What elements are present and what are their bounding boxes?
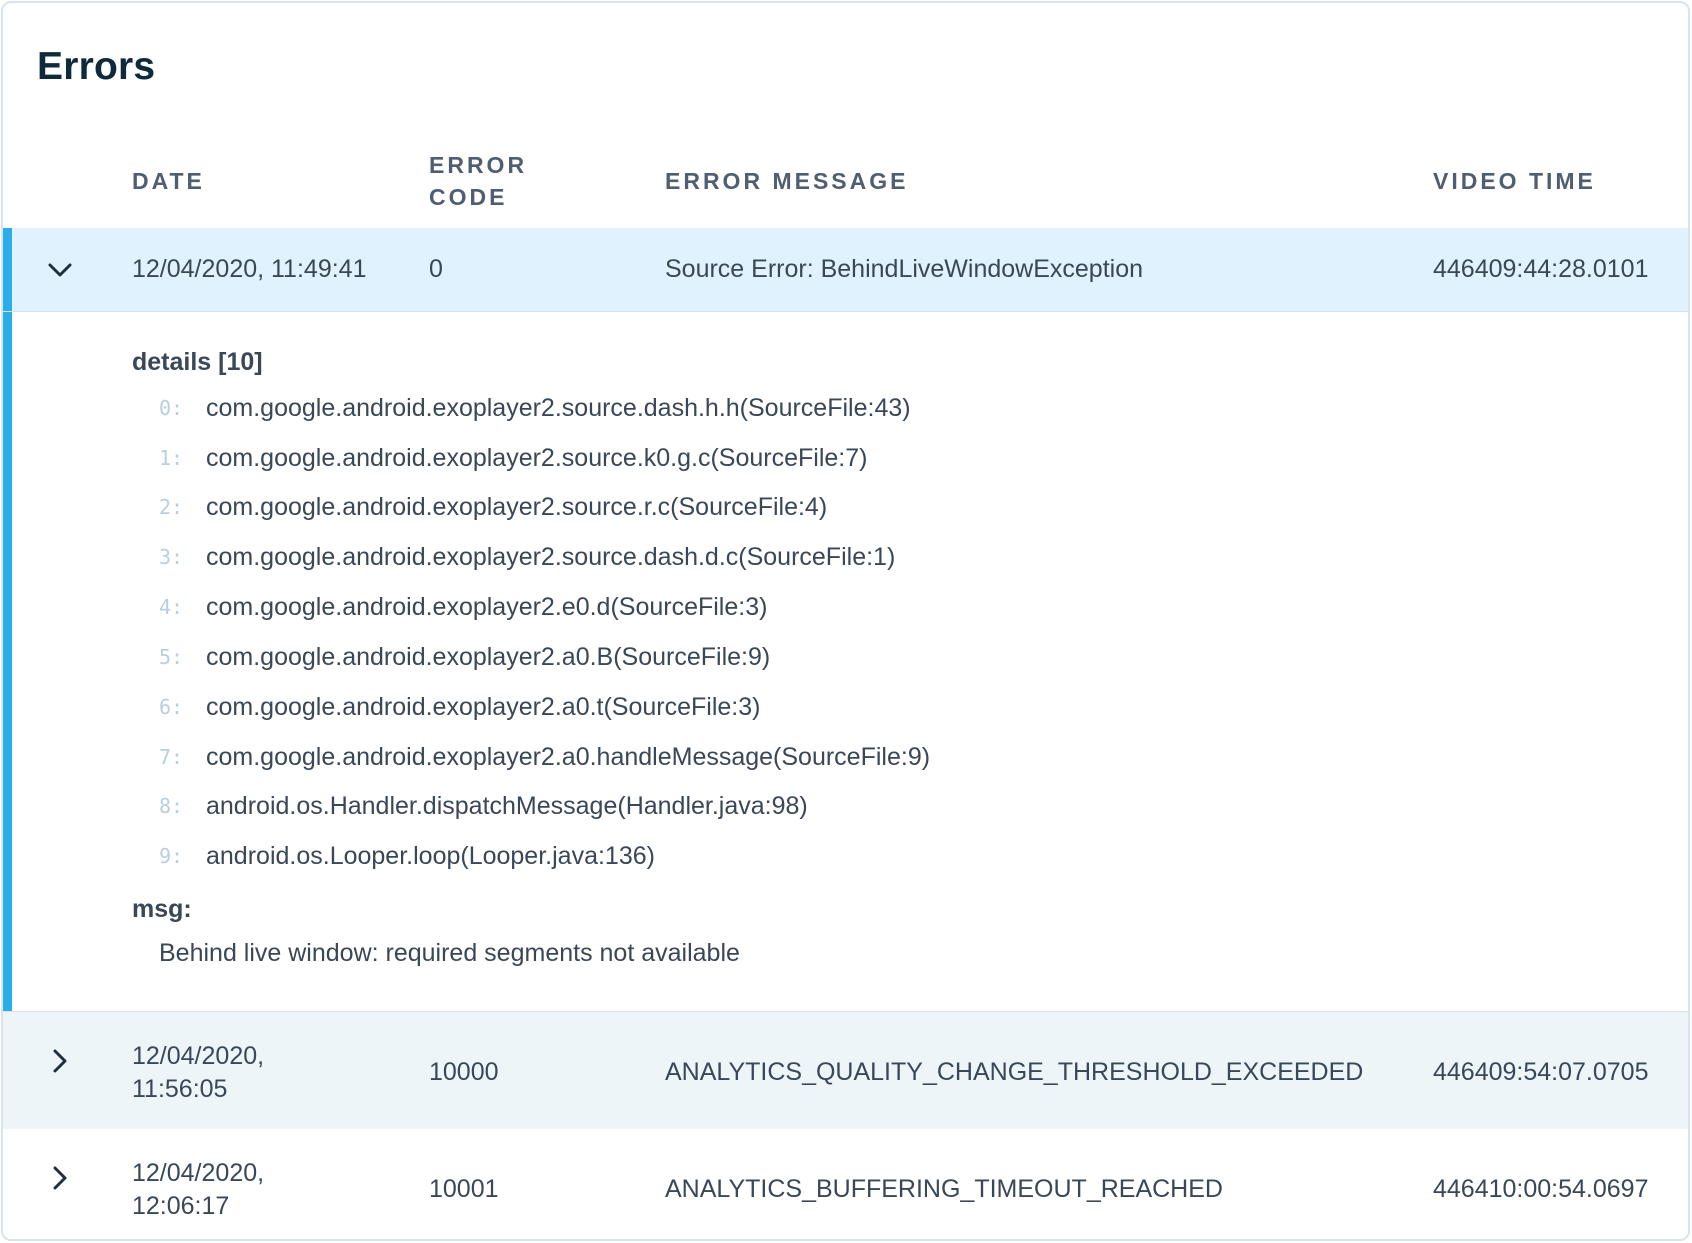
column-header-error-message[interactable]: ERROR MESSAGE [665,165,908,197]
detail-index: 9: [159,844,184,868]
msg-text: Behind live window: required segments no… [159,939,740,967]
detail-text: com.google.android.exoplayer2.source.das… [206,543,896,571]
row-error-message: Source Error: BehindLiveWindowException [665,255,1144,283]
row-video-time: 446410:00:54.0697 [1433,1175,1649,1203]
row-date-line2: 11:56:05 [132,1075,228,1103]
errors-panel: Errors DATE ERROR CODE ERROR MESSAGE VID… [1,1,1690,1241]
row-error-message: ANALYTICS_QUALITY_CHANGE_THRESHOLD_EXCEE… [665,1058,1364,1086]
msg-label: msg: [132,895,192,923]
detail-index: 3: [159,545,184,569]
row-error-code: 0 [429,255,443,283]
row-date: 12/04/2020, 11:56:05 [132,1040,264,1106]
row-video-time: 446409:44:28.0101 [1433,255,1649,283]
detail-index: 8: [159,794,184,818]
chevron-right-icon[interactable] [43,1161,77,1195]
detail-text: android.os.Handler.dispatchMessage(Handl… [206,792,808,820]
row-date-line1: 12/04/2020, [132,1042,265,1070]
row-error-code: 10001 [429,1175,499,1203]
column-header-date[interactable]: DATE [132,165,205,197]
table-header: DATE ERROR CODE ERROR MESSAGE VIDEO TIME [3,133,1688,229]
row-date-line1: 12/04/2020, [132,1159,265,1187]
table-row[interactable]: 12/04/2020, 11:56:05 10000 ANALYTICS_QUA… [3,1012,1688,1129]
detail-index: 0: [159,396,184,420]
detail-text: com.google.android.exoplayer2.a0.t(Sourc… [206,693,761,721]
detail-index: 5: [159,645,184,669]
detail-index: 1: [159,446,184,470]
detail-text: com.google.android.exoplayer2.a0.handleM… [206,743,931,771]
table-row[interactable]: 12/04/2020, 11:49:41 0 Source Error: Beh… [3,228,1688,312]
detail-index: 4: [159,595,184,619]
detail-index: 2: [159,495,184,519]
row-error-message: ANALYTICS_BUFFERING_TIMEOUT_REACHED [665,1175,1223,1203]
row-date: 12/04/2020, 12:06:17 [132,1157,264,1223]
chevron-right-icon[interactable] [43,1044,77,1078]
column-header-error-code[interactable]: ERROR CODE [429,149,569,213]
detail-index: 6: [159,695,184,719]
detail-text: android.os.Looper.loop(Looper.java:136) [206,842,655,870]
detail-text: com.google.android.exoplayer2.source.k0.… [206,444,868,472]
row-error-code: 10000 [429,1058,499,1086]
details-label: details [10] [132,348,263,376]
detail-text: com.google.android.exoplayer2.a0.B(Sourc… [206,643,771,671]
detail-text: com.google.android.exoplayer2.e0.d(Sourc… [206,593,768,621]
column-header-video-time[interactable]: VIDEO TIME [1433,165,1596,197]
row-video-time: 446409:54:07.0705 [1433,1058,1649,1086]
detail-index: 7: [159,745,184,769]
detail-text: com.google.android.exoplayer2.source.r.c… [206,493,828,521]
table-row[interactable]: 12/04/2020, 12:06:17 10001 ANALYTICS_BUF… [3,1129,1688,1239]
row-date-line2: 12:06:17 [132,1192,230,1220]
panel-title: Errors [37,45,156,88]
error-details-panel: details [10] 0: com.google.android.exopl… [3,312,1688,1012]
detail-text: com.google.android.exoplayer2.source.das… [206,394,911,422]
row-date: 12/04/2020, 11:49:41 [132,255,367,283]
chevron-down-icon[interactable] [43,253,77,287]
